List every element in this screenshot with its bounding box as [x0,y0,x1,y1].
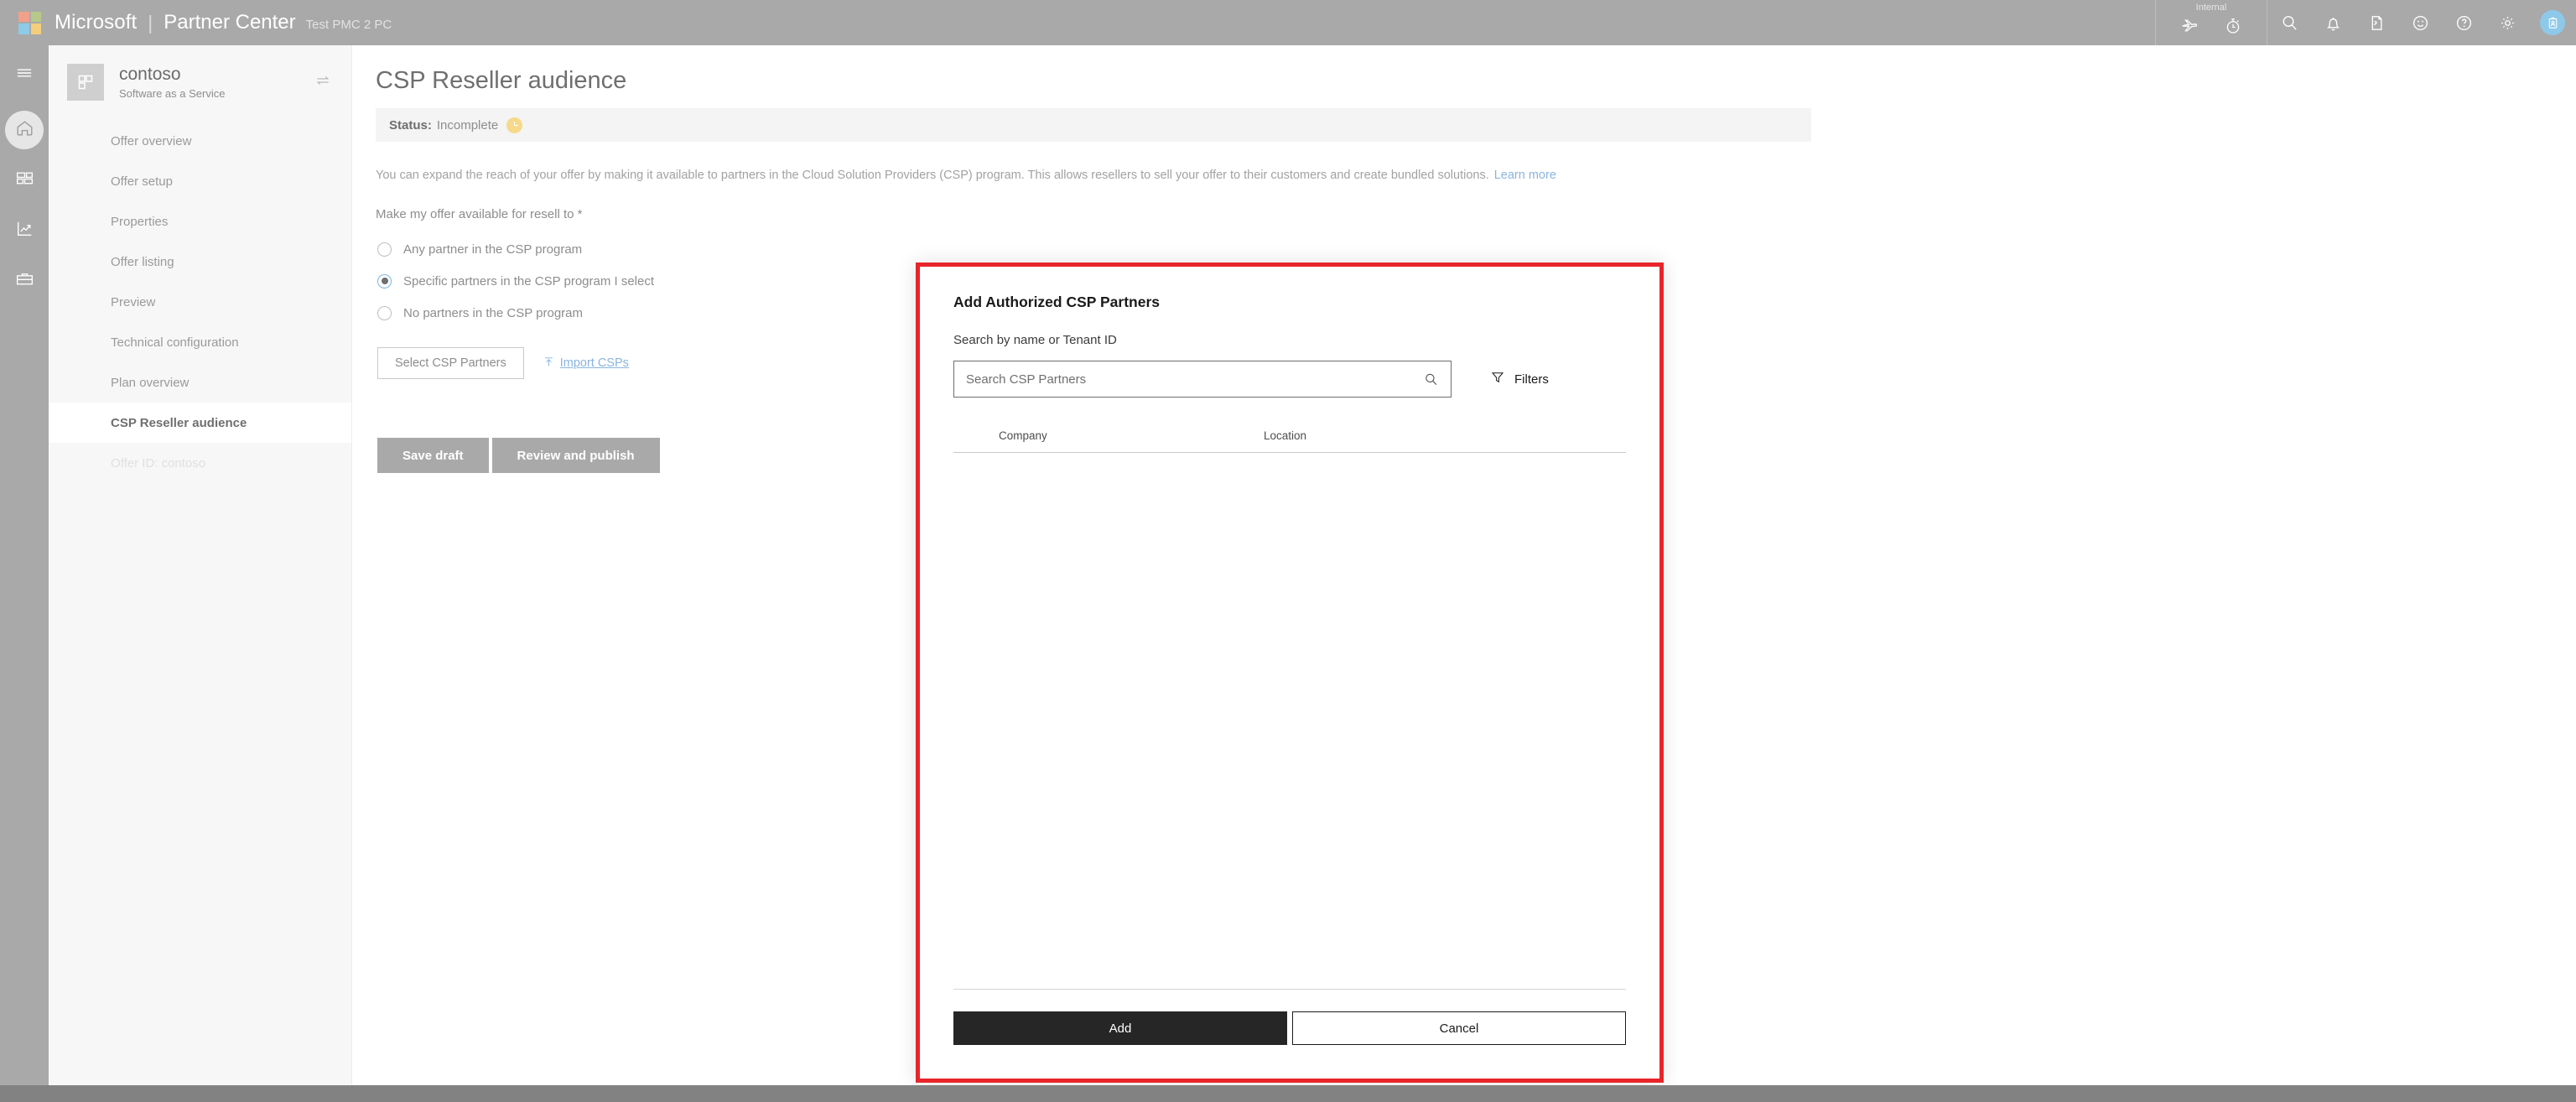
radio-label: No partners in the CSP program [403,305,583,320]
table-header-divider [953,452,1626,453]
search-magnifier-icon[interactable] [1423,372,1451,387]
radio-circle-icon [377,242,392,257]
dashboard-grid-icon [14,168,35,193]
user-avatar[interactable] [2529,0,2576,45]
upload-arrow-icon [543,356,555,372]
rail-item-analytics[interactable] [5,211,44,250]
review-and-publish-button[interactable]: Review and publish [491,438,660,474]
radio-label: Any partner in the CSP program [403,242,583,257]
sidebar-item-plan-overview[interactable]: Plan overview [49,362,351,403]
learn-more-link[interactable]: Learn more [1494,169,1556,182]
bell-notification-icon[interactable] [2311,0,2355,45]
add-button[interactable]: Add [953,1011,1287,1045]
filters-button[interactable]: Filters [1490,370,1549,388]
add-authorized-csp-partners-dialog: Add Authorized CSP Partners Search by na… [916,263,1664,1083]
radio-circle-icon-selected [377,273,392,288]
rail-item-home[interactable] [5,111,44,149]
sidebar-item-offer-overview[interactable]: Offer overview [49,121,351,161]
dialog-footer: Add Cancel [920,989,1659,1079]
sidebar-item-label: CSP Reseller audience [111,415,247,430]
filters-label: Filters [1514,372,1549,387]
smiley-feedback-icon[interactable] [2398,0,2442,45]
dialog-title: Add Authorized CSP Partners [953,294,1161,310]
toolbox-icon [14,268,35,294]
analytics-chart-icon [14,218,35,243]
environment-label: Test PMC 2 PC [305,18,392,32]
page-title: CSP Reseller audience [376,67,627,94]
microsoft-brand[interactable]: Microsoft | Partner Center Test PMC 2 PC [18,11,392,34]
sidebar-item-preview[interactable]: Preview [49,282,351,322]
sidebar-item-label: Offer setup [111,174,173,189]
radio-circle-icon [377,305,392,320]
column-header-company: Company [999,429,1047,442]
offer-sidebar: contoso Software as a Service Offer over… [49,45,352,1085]
search-icon[interactable] [2267,0,2311,45]
application-root: Microsoft | Partner Center Test PMC 2 PC… [0,0,2576,1102]
internal-tools-group: Internal [2155,0,2267,45]
status-value: Incomplete [436,117,499,133]
sidebar-item-label: Offer overview [111,133,192,148]
sidebar-item-technical-configuration[interactable]: Technical configuration [49,322,351,362]
import-csps-label: Import CSPs [559,356,629,371]
dialog-search-row: Filters [953,361,1626,398]
microsoft-logo-icon [18,11,41,34]
internal-group-label: Internal [2195,3,2227,13]
rail-item-tools[interactable] [5,262,44,300]
brand-product-label[interactable]: Partner Center [164,11,295,34]
rail-item-dashboard[interactable] [5,161,44,200]
top-bar-actions: Internal [2155,0,2576,45]
radio-label: Specific partners in the CSP program I s… [403,273,655,288]
column-header-location: Location [1264,429,1307,442]
csp-partners-table: Company Location [953,429,1626,453]
sidebar-item-csp-reseller-audience[interactable]: CSP Reseller audience [49,403,351,443]
import-csps-link[interactable]: Import CSPs [543,356,629,372]
offer-name: contoso [119,64,181,84]
content-whitespace [1811,45,2576,1085]
table-header-row: Company Location [953,429,1626,452]
gear-settings-icon[interactable] [2485,0,2529,45]
document-feedback-icon[interactable] [2355,0,2398,45]
sidebar-item-offer-id: Offer ID: contoso [49,443,351,483]
brand-separator: | [148,11,153,34]
sidebar-item-offer-setup[interactable]: Offer setup [49,161,351,201]
global-top-bar: Microsoft | Partner Center Test PMC 2 PC… [0,0,2576,45]
sidebar-item-label: Preview [111,294,156,309]
offer-nav-list: Offer overview Offer setup Properties Of… [49,121,351,483]
sidebar-item-properties[interactable]: Properties [49,201,351,242]
dialog-footer-divider [953,989,1626,990]
dialog-footer-buttons: Add Cancel [953,1011,1626,1045]
avatar-badge-icon [2540,10,2565,35]
dialog-body: Add Authorized CSP Partners Search by na… [920,267,1659,989]
funnel-filter-icon [1490,370,1505,388]
sidebar-item-label: Plan overview [111,375,190,390]
sidebar-item-label: Technical configuration [111,335,239,350]
offer-identity: contoso Software as a Service [119,65,314,100]
sidebar-item-label: Properties [111,214,169,229]
csp-search-input[interactable] [954,361,1423,397]
csp-search-box[interactable] [953,361,1452,398]
offer-app-icon [67,64,104,101]
dialog-search-label: Search by name or Tenant ID [953,333,1117,347]
cancel-button[interactable]: Cancel [1291,1011,1626,1045]
save-draft-button[interactable]: Save draft [377,438,489,474]
pie-progress-icon [506,117,523,133]
home-icon [14,117,35,143]
sidebar-item-offer-listing[interactable]: Offer listing [49,242,351,282]
brand-microsoft-label: Microsoft [55,11,138,34]
sidebar-item-label: Offer ID: contoso [111,455,206,470]
offer-type: Software as a Service [119,87,226,101]
page-description-text: You can expand the reach of your offer b… [376,169,1489,182]
hamburger-menu-icon[interactable] [5,54,44,92]
offer-header: contoso Software as a Service [49,45,351,117]
horizontal-scrollbar[interactable] [0,1085,2576,1102]
swap-arrows-icon[interactable] [314,72,335,93]
global-nav-rail [0,45,49,1085]
select-csp-partners-button[interactable]: Select CSP Partners [377,347,524,380]
status-label: Status: [389,117,432,133]
sidebar-item-label: Offer listing [111,254,174,269]
help-question-icon[interactable] [2442,0,2485,45]
